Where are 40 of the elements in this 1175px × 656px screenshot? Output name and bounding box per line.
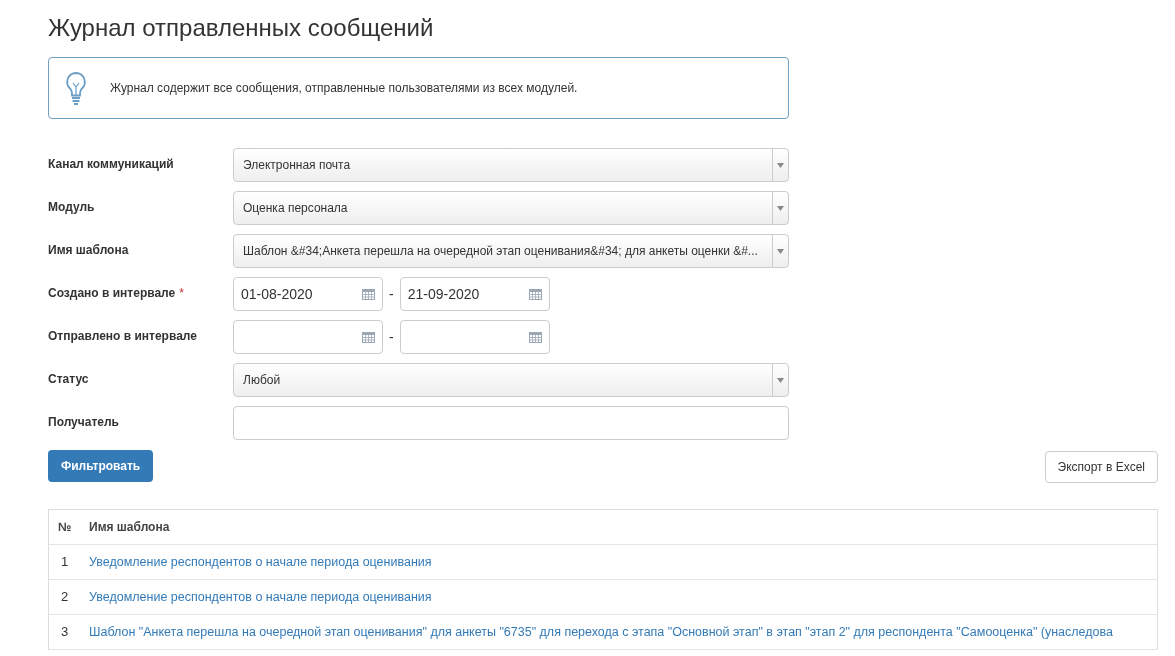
range-separator: - [389,327,394,347]
required-mark: * [179,285,184,302]
calendar-icon [362,288,375,300]
row-number: 3 [60,623,70,642]
info-text: Журнал содержит все сообщения, отправленные пользователями из всех модулей. [110,80,578,97]
field-label: Получатель [48,414,119,431]
row-number: 1 [60,553,70,572]
caret-icon [777,377,784,383]
page-title: Журнал отправленных сообщений [48,13,435,43]
field-label: Создано в интервале [48,285,176,302]
template-link[interactable]: Уведомление респондентов о начале периода оценивания [89,552,432,572]
calendar-icon [362,331,375,343]
column-header: Имя шаблона [89,519,170,536]
caret-icon [777,248,784,254]
template-link[interactable]: Шаблон "Анкета перешла на очередной этап оценивания" для анкеты "6735" для перехода с этапа "Основной этап" в этап "этап 2" для респондента "Самооценка" (унаследова [89,622,1113,642]
filter-button[interactable]: Фильтровать [48,450,154,482]
date-field[interactable]: 01-08-2020 [233,277,383,311]
select-field[interactable]: Электронная почта [233,148,789,182]
caret-icon [777,205,784,211]
column-header: № [57,519,73,536]
caret-icon [777,162,784,168]
field-label: Канал коммуникаций [48,156,174,173]
calendar-icon [528,331,542,343]
field-label: Отправлено в интервале [48,328,197,345]
date-field[interactable] [399,320,550,354]
lightbulb-icon [64,71,88,105]
range-separator: - [389,284,394,304]
field-label: Имя шаблона [48,242,129,259]
date-field[interactable]: 21-09-2020 [399,277,550,311]
select-field[interactable]: Оценка персонала [233,191,789,225]
input-field[interactable] [233,406,789,440]
date-field[interactable] [233,320,383,354]
template-link[interactable]: Уведомление респондентов о начале периода оценивания [89,587,432,607]
export-button[interactable]: Экспорт в Excel [1044,451,1158,483]
field-label: Модуль [48,199,95,216]
select-field[interactable]: Любой [233,363,789,397]
field-label: Статус [48,371,89,388]
row-number: 2 [60,588,70,607]
calendar-icon [528,288,542,300]
select-field[interactable]: Шаблон &#34;Анкета перешла на очередной этап оценивания&#34; для анкеты оценки &#... [233,234,789,268]
